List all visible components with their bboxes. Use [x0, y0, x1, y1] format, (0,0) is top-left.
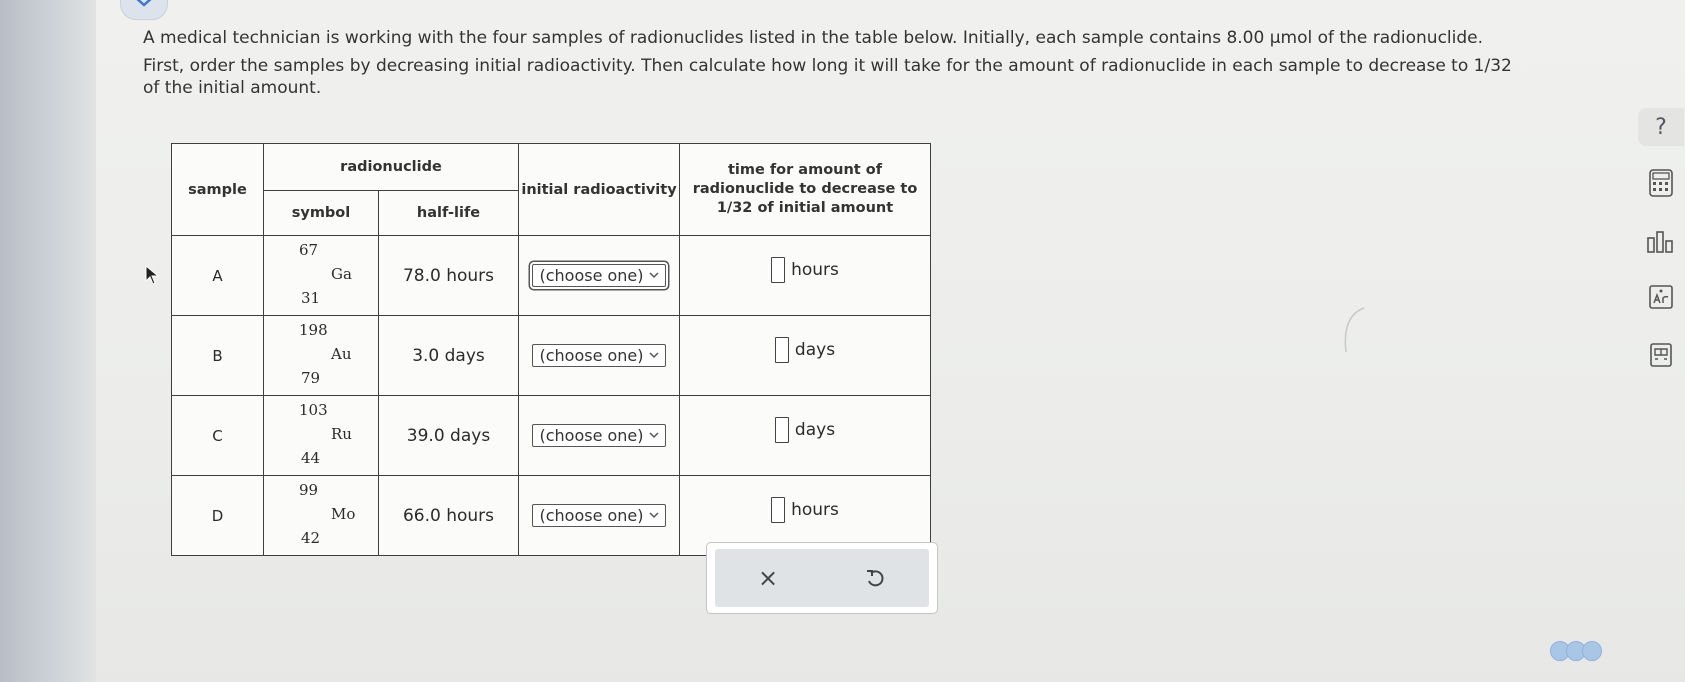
element-symbol: Mo — [331, 504, 356, 523]
atomic-number: 44 — [301, 448, 321, 467]
chevron-down-icon — [648, 432, 659, 439]
sample-label: B — [171, 315, 264, 396]
calculator-button[interactable] — [1638, 166, 1684, 200]
action-bar: × — [715, 549, 929, 607]
time-answer-input[interactable] — [774, 336, 789, 363]
header-radionuclide: radionuclide — [263, 143, 519, 191]
initial-radioactivity-cell: (choose one) — [518, 315, 680, 396]
time-unit: hours — [791, 499, 839, 520]
nuclide-symbol: 198 Au 79 — [263, 315, 379, 396]
header-time-line-1: time for amount of — [727, 162, 883, 178]
time-unit: days — [794, 339, 836, 360]
time-unit: days — [794, 419, 836, 440]
data-chart-button[interactable] — [1638, 224, 1684, 258]
chevron-down-icon — [648, 272, 659, 279]
question-line-2: of the initial amount. — [143, 78, 322, 98]
help-button[interactable]: ? — [1638, 108, 1684, 146]
radionuclide-table: sample radionuclide initial radioactivit… — [171, 143, 931, 556]
select-value: (choose one) — [539, 426, 644, 445]
header-initial-radioactivity: initial radioactivity — [518, 143, 680, 236]
chevron-down-icon — [648, 512, 659, 519]
mass-number: 198 — [299, 320, 328, 339]
time-answer-cell: days — [679, 395, 931, 476]
bar-chart-icon — [1647, 231, 1673, 253]
time-unit: hours — [791, 259, 839, 280]
progress-indicator — [1550, 641, 1602, 661]
table-row: C 103 Ru 44 39.0 days (choose one) days — [171, 395, 931, 476]
header-sample: sample — [171, 143, 264, 236]
data-sheet-button[interactable] — [1638, 338, 1684, 372]
radioactivity-select[interactable]: (choose one) — [532, 424, 666, 447]
clear-button[interactable]: × — [758, 564, 778, 592]
initial-radioactivity-cell: (choose one) — [518, 395, 680, 476]
mass-number: 103 — [299, 400, 328, 419]
chevron-down-icon — [136, 0, 152, 7]
sample-label: A — [171, 235, 264, 316]
header-time-line-2: radionuclide to decrease to — [692, 181, 918, 197]
periodic-table-button[interactable] — [1638, 280, 1684, 314]
element-symbol: Ru — [331, 424, 352, 443]
header-half-life: half-life — [378, 190, 519, 236]
time-answer-input[interactable] — [774, 416, 789, 443]
header-time: time for amount of radionuclide to decre… — [679, 143, 931, 236]
periodic-table-icon — [1649, 285, 1673, 309]
nuclide-symbol: 103 Ru 44 — [263, 395, 379, 476]
header-time-line-3: 1/32 of initial amount — [716, 200, 894, 216]
chevron-down-icon — [648, 352, 659, 359]
progress-dot — [1582, 641, 1602, 661]
background-arc — [1344, 307, 1365, 353]
atomic-number: 31 — [301, 288, 321, 307]
radioactivity-select[interactable]: (choose one) — [532, 504, 666, 527]
initial-radioactivity-cell: (choose one) — [518, 235, 680, 316]
mass-number: 67 — [299, 240, 319, 259]
undo-button[interactable] — [864, 567, 886, 589]
table-row: A 67 Ga 31 78.0 hours (choose one) hours — [171, 235, 931, 316]
radioactivity-select[interactable]: (choose one) — [532, 344, 666, 367]
background-edge — [0, 0, 96, 682]
time-answer-cell: hours — [679, 235, 931, 316]
time-answer-input[interactable] — [771, 496, 786, 523]
element-symbol: Au — [331, 344, 352, 363]
element-symbol: Ga — [331, 264, 352, 283]
half-life-value: 66.0 hours — [378, 475, 519, 556]
calculator-icon — [1649, 169, 1673, 197]
half-life-value: 78.0 hours — [378, 235, 519, 316]
nuclide-symbol: 99 Mo 42 — [263, 475, 379, 556]
undo-icon — [867, 570, 884, 587]
select-value: (choose one) — [539, 346, 644, 365]
question-paragraph-2: First, order the samples by decreasing i… — [143, 55, 1603, 99]
time-answer-input[interactable] — [771, 256, 786, 283]
nuclide-symbol: 67 Ga 31 — [263, 235, 379, 316]
atomic-number: 79 — [301, 368, 321, 387]
half-life-value: 39.0 days — [378, 395, 519, 476]
sample-label: D — [171, 475, 264, 556]
initial-radioactivity-cell: (choose one) — [518, 475, 680, 556]
mouse-cursor-icon — [145, 265, 160, 285]
question-line-1: First, order the samples by decreasing i… — [143, 56, 1512, 76]
action-panel: × — [706, 542, 938, 614]
select-value: (choose one) — [539, 506, 644, 525]
half-life-value: 3.0 days — [378, 315, 519, 396]
atomic-number: 42 — [301, 528, 321, 547]
table-row: B 198 Au 79 3.0 days (choose one) days — [171, 315, 931, 396]
time-answer-cell: days — [679, 315, 931, 396]
radioactivity-select[interactable]: (choose one) — [532, 264, 666, 287]
collapse-toggle[interactable] — [120, 0, 168, 20]
question-paragraph-1: A medical technician is working with the… — [143, 28, 1484, 48]
data-sheet-icon — [1650, 343, 1672, 367]
header-symbol: symbol — [263, 190, 379, 236]
mass-number: 99 — [299, 480, 319, 499]
select-value: (choose one) — [539, 266, 644, 285]
sample-label: C — [171, 395, 264, 476]
